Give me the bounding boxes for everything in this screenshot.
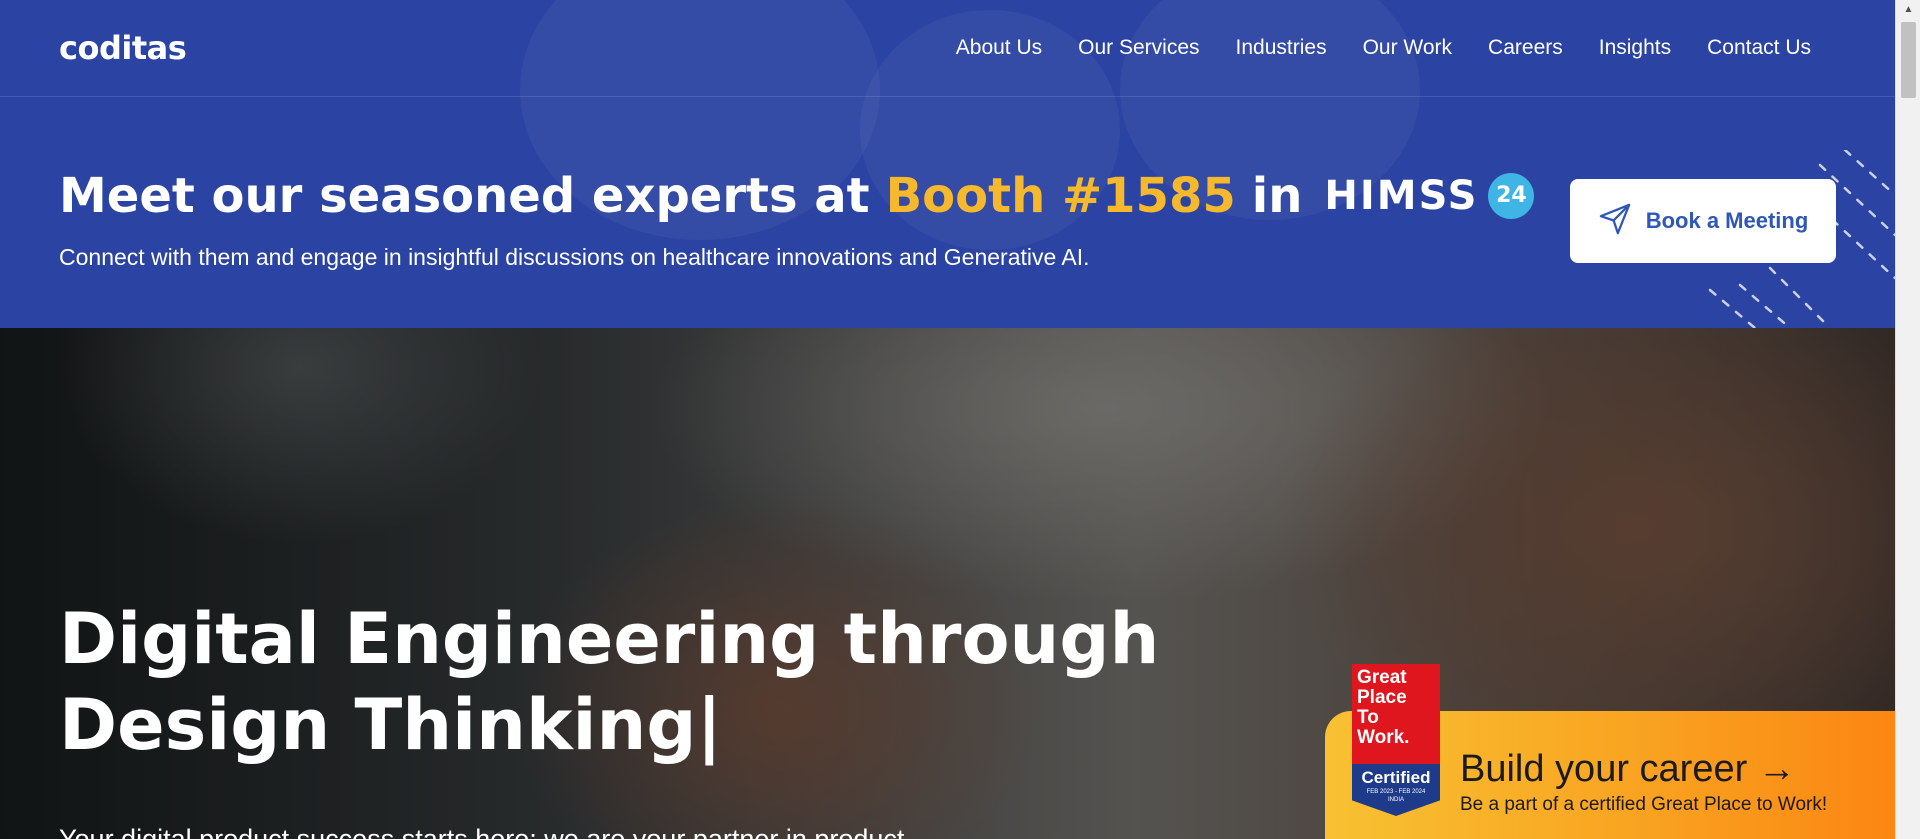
himss-year-badge: 24 (1488, 173, 1535, 219)
nav-item-careers[interactable]: Careers (1488, 34, 1563, 62)
himss-logo-text: HIMSS (1324, 173, 1479, 219)
gptw-line: Place (1357, 687, 1407, 708)
top-band: coditas About Us Our Services Industries… (0, 0, 1895, 328)
banner-subtext: Connect with them and engage in insightf… (59, 244, 1090, 270)
nav-item-about-us[interactable]: About Us (956, 34, 1042, 62)
dash-pattern-decoration (1708, 150, 1895, 328)
nav-item-our-services[interactable]: Our Services (1078, 34, 1199, 62)
hero-title-line-1: Digital Engineering through (59, 598, 1160, 680)
page: coditas About Us Our Services Industries… (0, 0, 1920, 839)
booth-number: Booth #1585 (885, 168, 1236, 224)
career-promo-title: Build your career → (1460, 748, 1796, 790)
hero-subtitle: Your digital product success starts here… (59, 824, 905, 839)
gptw-line: Work. (1357, 727, 1410, 748)
vertical-scrollbar[interactable]: ▲ (1895, 0, 1920, 839)
gptw-badge-top: Great Place To Work. (1352, 664, 1440, 764)
gptw-country: INDIA (1387, 797, 1404, 803)
scrollbar-thumb[interactable] (1901, 22, 1916, 98)
gptw-line: To (1357, 707, 1379, 728)
top-navigation: coditas About Us Our Services Industries… (0, 0, 1895, 97)
nav-menu: About Us Our Services Industries Our Wor… (920, 34, 1811, 62)
gptw-dates: FEB 2023 - FEB 2024 (1366, 789, 1426, 795)
nav-item-industries[interactable]: Industries (1236, 34, 1327, 62)
paper-plane-icon (1598, 202, 1632, 241)
coditas-logo[interactable]: coditas (59, 28, 187, 68)
nav-item-our-work[interactable]: Our Work (1363, 34, 1452, 62)
hero-title-line-2: Design Thinking| (59, 684, 723, 766)
scroll-up-arrow-icon[interactable]: ▲ (1896, 0, 1920, 20)
gptw-badge-bottom: Certified FEB 2023 - FEB 2024 INDIA (1352, 764, 1440, 816)
headline-in: in (1251, 168, 1303, 224)
nav-item-contact-us[interactable]: Contact Us (1707, 34, 1811, 62)
great-place-to-work-badge: Great Place To Work. Certified FEB 2023 … (1352, 664, 1440, 816)
banner-headline: Meet our seasoned experts at Booth #1585… (59, 166, 1535, 226)
hero-title: Digital Engineering through Design Think… (59, 596, 1259, 768)
nav-item-insights[interactable]: Insights (1599, 34, 1671, 62)
himss-logo: HIMSS 24 (1324, 166, 1535, 226)
gptw-line: Great (1357, 667, 1407, 688)
career-promo-subtitle: Be a part of a certified Great Place to … (1460, 794, 1828, 815)
gptw-certified: Certified (1361, 768, 1431, 787)
headline-prefix: Meet our seasoned experts at (59, 168, 870, 224)
